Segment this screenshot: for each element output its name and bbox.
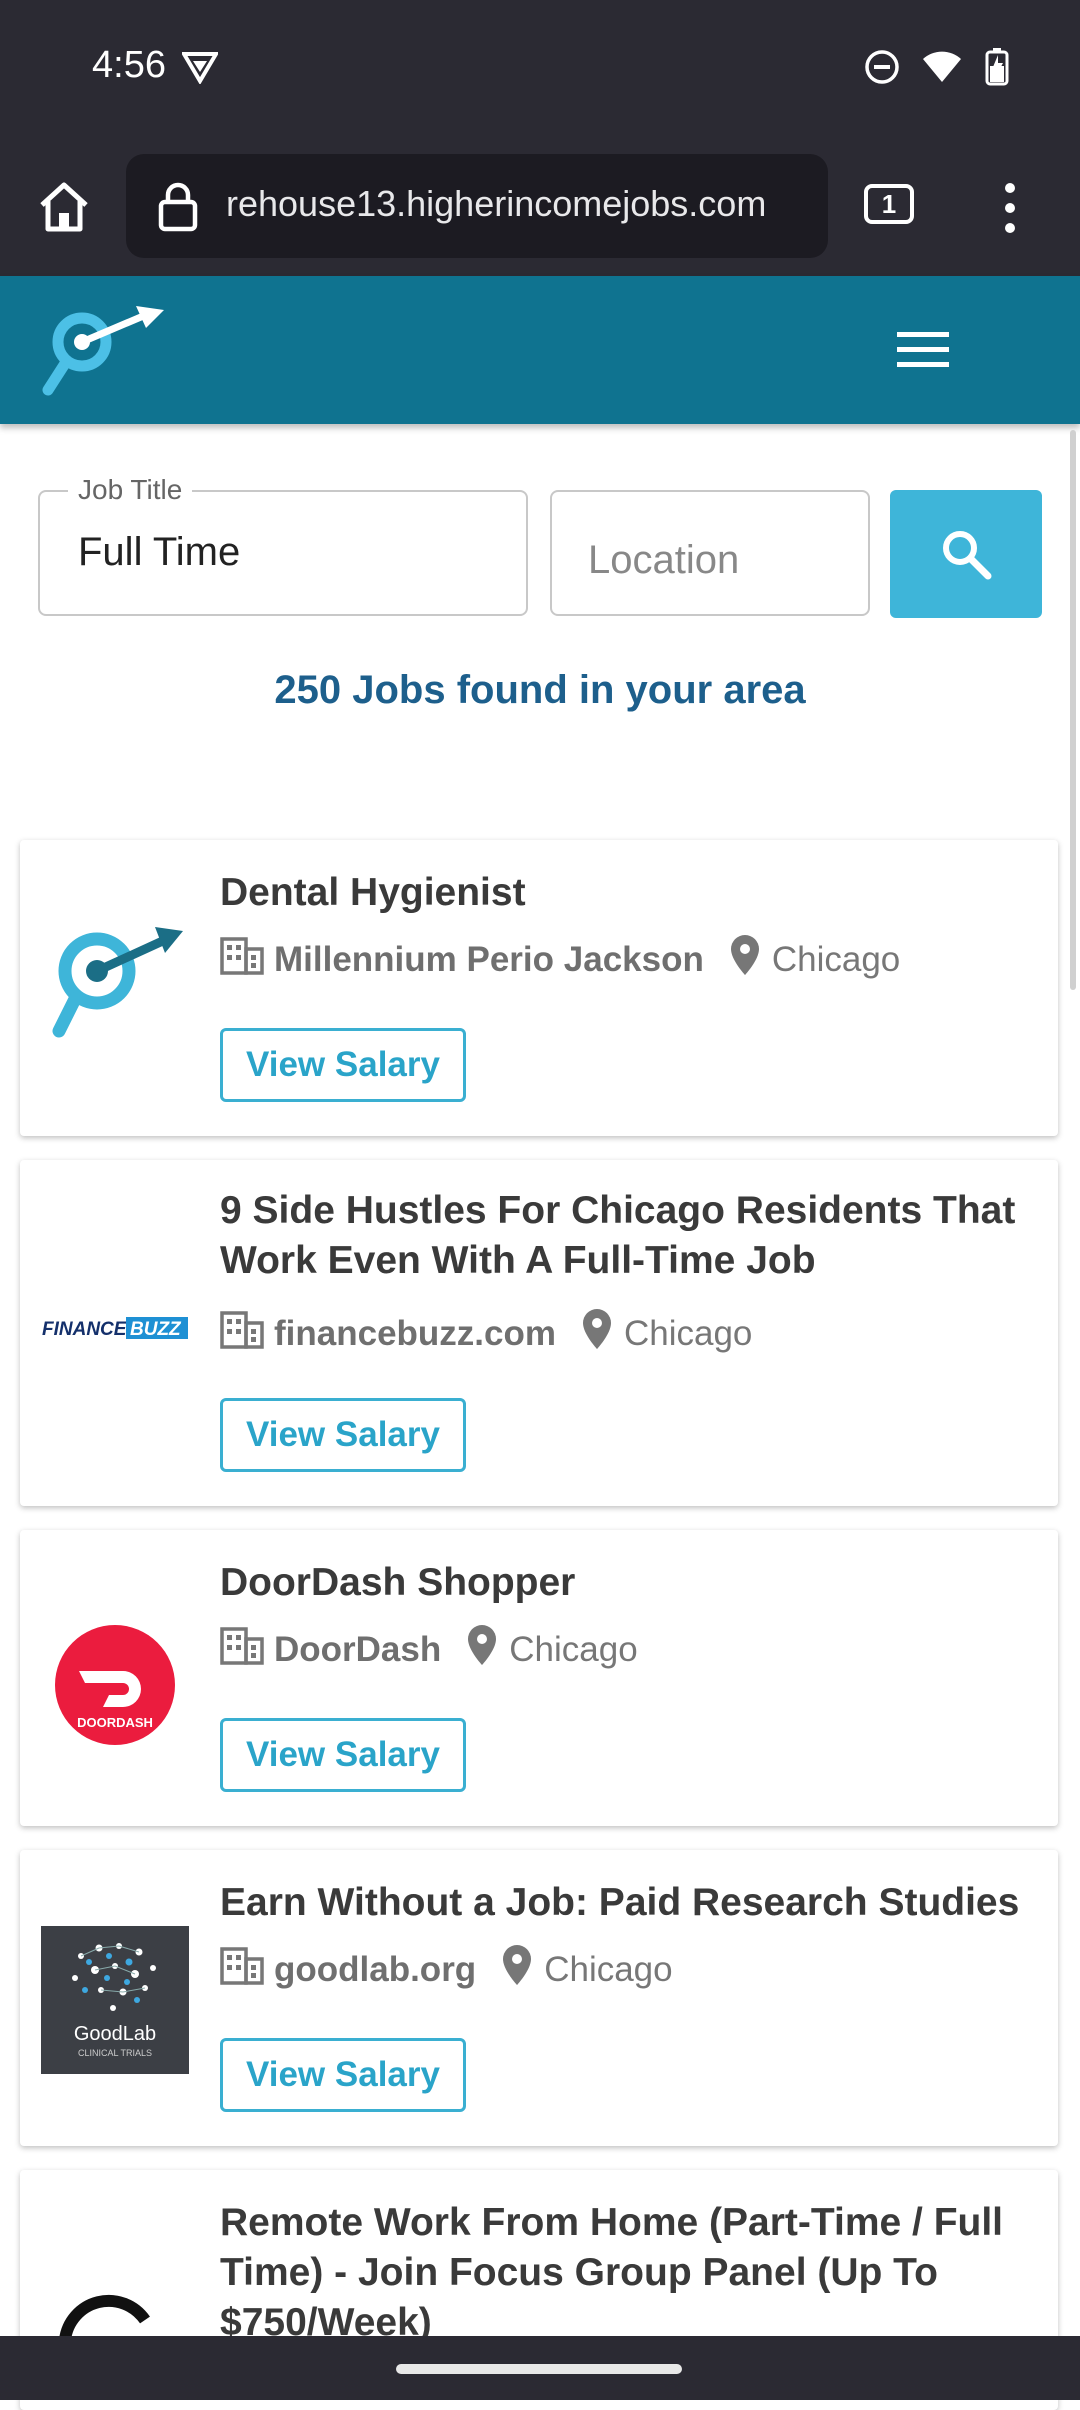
job-meta: DoorDash Chicago — [220, 1624, 638, 1675]
job-title-field[interactable]: Job Title Full Time — [38, 474, 528, 616]
status-time: 4:56 — [92, 44, 166, 86]
company-logo: FINANCE BUZZ — [40, 1308, 190, 1348]
browser-toolbar: rehouse13.higherincomejobs.com 1 — [0, 140, 1080, 276]
home-icon[interactable] — [34, 177, 94, 242]
job-title[interactable]: 9 Side Hustles For Chicago Residents Tha… — [220, 1186, 1028, 1286]
tab-count-button[interactable]: 1 — [864, 184, 914, 224]
location-pin-icon — [730, 934, 760, 985]
job-card[interactable]: GoodLab CLINICAL TRIALS Earn Without a Jo… — [20, 1850, 1058, 2146]
hamburger-menu-icon[interactable] — [897, 330, 949, 375]
system-nav-bar — [0, 2336, 1080, 2400]
company-logo — [40, 914, 190, 1054]
company-name: Millennium Perio Jackson — [274, 939, 704, 979]
job-city: Chicago — [623, 1313, 753, 1353]
company-name: financebuzz.com — [274, 1313, 556, 1353]
job-city: Chicago — [544, 1949, 673, 1989]
company-name: DoorDash — [274, 1629, 442, 1669]
building-icon — [220, 1945, 264, 1994]
search-icon — [943, 531, 992, 580]
job-title[interactable]: Earn Without a Job: Paid Research Studie… — [220, 1878, 1028, 1928]
status-icons — [864, 48, 1012, 91]
view-salary-button[interactable]: View Salary — [220, 1028, 466, 1102]
view-salary-button[interactable]: View Salary — [220, 1398, 466, 1472]
job-title[interactable]: Dental Hygienist — [220, 868, 1028, 918]
results-count: 250 Jobs found in your area — [274, 668, 806, 712]
site-logo-icon[interactable] — [38, 302, 168, 407]
view-salary-button[interactable]: View Salary — [220, 2038, 466, 2112]
job-card[interactable]: FINANCE BUZZ 9 Side Hustles For Chicago R… — [20, 1160, 1058, 1506]
search-button[interactable] — [890, 490, 1042, 618]
location-pin-icon — [467, 1624, 497, 1675]
job-city: Chicago — [771, 939, 901, 979]
job-title-label: Job Title — [68, 474, 193, 506]
building-icon — [220, 1625, 264, 1674]
job-card[interactable]: Dental Hygienist Millennium Perio Jackso… — [20, 840, 1058, 1136]
job-meta: financebuzz.com Chicago — [220, 1308, 752, 1359]
job-city: Chicago — [509, 1629, 638, 1669]
lock-icon — [156, 182, 200, 237]
company-logo: GoodLab CLINICAL TRIALS — [40, 1926, 190, 2074]
svg-text:FINANCE: FINANCE — [42, 1319, 128, 1340]
location-placeholder: Location — [588, 538, 740, 582]
more-menu-icon[interactable] — [1004, 182, 1016, 239]
building-icon — [220, 1309, 264, 1358]
view-salary-button[interactable]: View Salary — [220, 1718, 466, 1792]
job-meta: goodlab.org Chicago — [220, 1944, 673, 1995]
svg-text:BUZZ: BUZZ — [130, 1319, 182, 1340]
location-field[interactable]: Location — [550, 490, 870, 616]
company-name: goodlab.org — [274, 1949, 477, 1989]
job-title[interactable]: Remote Work From Home (Part-Time / Full … — [220, 2198, 1028, 2348]
battery-icon — [984, 48, 1012, 91]
company-logo: DOORDASH — [40, 1620, 190, 1750]
svg-text:DOORDASH: DOORDASH — [77, 1715, 153, 1730]
svg-text:GoodLab: GoodLab — [74, 2023, 156, 2045]
search-form: Job Title Full Time Location — [38, 474, 1042, 620]
home-gesture-handle[interactable] — [396, 2364, 682, 2374]
building-icon — [220, 935, 264, 984]
status-bar: 4:56 — [0, 0, 1080, 140]
job-title[interactable]: DoorDash Shopper — [220, 1558, 1028, 1608]
address-bar[interactable]: rehouse13.higherincomejobs.com — [126, 154, 828, 258]
wifi-icon — [922, 50, 962, 89]
do-not-disturb-icon — [864, 49, 900, 90]
location-pin-icon — [502, 1944, 532, 1995]
vpn-icon — [180, 50, 220, 89]
url-text: rehouse13.higherincomejobs.com — [226, 183, 767, 224]
location-pin-icon — [582, 1308, 612, 1359]
job-card[interactable]: DOORDASH DoorDash Shopper DoorDash Chica… — [20, 1530, 1058, 1826]
site-header — [0, 276, 1080, 424]
svg-text:CLINICAL TRIALS: CLINICAL TRIALS — [78, 2048, 152, 2058]
job-meta: Millennium Perio Jackson Chicago — [220, 934, 900, 985]
job-title-value: Full Time — [78, 530, 241, 574]
scrollbar[interactable] — [1070, 430, 1076, 990]
